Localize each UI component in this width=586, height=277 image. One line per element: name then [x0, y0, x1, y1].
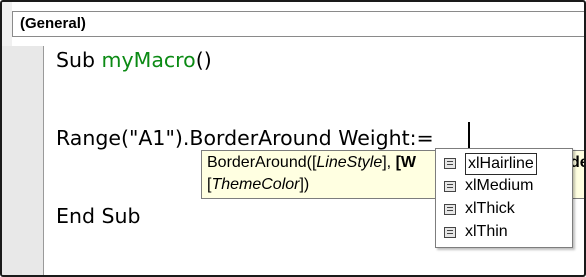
- list-item[interactable]: xlThick: [440, 199, 568, 221]
- tooltip-line-1: BorderAround([LineStyle], [Wde: [207, 154, 584, 172]
- list-item[interactable]: xlThin: [440, 222, 568, 244]
- constant-icon: [444, 181, 456, 192]
- list-item-label: xlMedium: [465, 177, 534, 194]
- constant-icon: [444, 204, 456, 215]
- list-item-label: xlHairline: [465, 153, 537, 175]
- list-item-label: xlThick: [465, 200, 515, 217]
- code-line-3[interactable]: Range("A1").BorderAround Weight:=: [56, 126, 434, 150]
- list-item-label: xlThin: [465, 223, 508, 240]
- code-line-5[interactable]: End Sub: [56, 204, 141, 228]
- tooltip-text: ],: [382, 154, 396, 171]
- paren-text: (): [195, 48, 212, 72]
- text-caret: [468, 122, 470, 148]
- margin-indicator-bar[interactable]: [2, 46, 44, 275]
- tooltip-param: LineStyle: [316, 154, 383, 171]
- code-window: (General) Sub myMacro() Range("A1").Bord…: [0, 0, 586, 277]
- constant-icon: [444, 227, 456, 238]
- sub-keyword: Sub: [56, 48, 102, 72]
- list-item[interactable]: xlHairline: [440, 153, 568, 175]
- tooltip-line-2: [ThemeColor]): [207, 176, 309, 194]
- autocomplete-list[interactable]: xlHairline xlMedium xlThick xlThin: [435, 148, 573, 248]
- tooltip-text: BorderAround([: [207, 154, 317, 171]
- constant-icon: [444, 158, 456, 169]
- code-line-1[interactable]: Sub myMacro(): [56, 48, 212, 72]
- toolbar-band: [2, 2, 12, 46]
- tooltip-param: ThemeColor: [211, 176, 300, 193]
- object-dropdown-value: (General): [20, 15, 86, 32]
- macro-name: myMacro: [101, 48, 196, 72]
- list-item[interactable]: xlMedium: [440, 176, 568, 198]
- tooltip-active-param: [W: [395, 154, 416, 171]
- object-dropdown[interactable]: (General): [12, 11, 584, 37]
- tooltip-text: ]): [299, 176, 310, 193]
